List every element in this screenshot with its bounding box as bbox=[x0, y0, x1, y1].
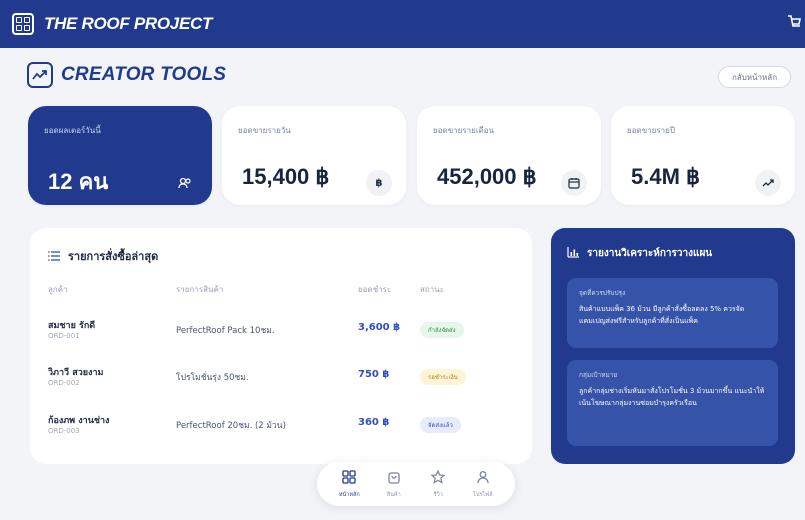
status-badge: กำลังจัดส่ง bbox=[420, 322, 464, 338]
page-heading: CREATOR TOOLS bbox=[27, 62, 226, 88]
stat-label: ยอดขายรายเดือน bbox=[433, 126, 495, 135]
target-group-card: กลุ่มเป้าหมาย ลูกค้ากลุ่มช่างเริ่มหันมาส… bbox=[567, 360, 778, 446]
bar-chart-icon bbox=[567, 246, 579, 261]
stat-label: ยอดขายรายวัน bbox=[238, 126, 291, 135]
bag-icon bbox=[387, 469, 401, 488]
analysis-title: รายงานวิเคราะห์การวางแผน bbox=[587, 248, 713, 259]
column-header-customer: ลูกค้า bbox=[48, 285, 68, 294]
nav-item-profile[interactable]: โปรไฟล์ bbox=[463, 469, 503, 499]
order-id: ORD-001 bbox=[48, 332, 80, 340]
order-amount: 750 ฿ bbox=[358, 369, 390, 380]
stat-card-monthly-sales[interactable]: ยอดขายรายเดือน 452,000 ฿ bbox=[417, 106, 601, 205]
cart-icon[interactable] bbox=[787, 14, 801, 36]
order-amount: 3,600 ฿ bbox=[358, 322, 401, 333]
card-title: จุดที่ควรปรับปรุง bbox=[579, 289, 626, 297]
stat-card-daily-sales[interactable]: ยอดขายรายวัน 15,400 ฿ ฿ bbox=[222, 106, 406, 205]
customer-name: ก้องภพ งานช่าง bbox=[48, 416, 110, 426]
nav-item-products[interactable]: สินค้า bbox=[374, 469, 414, 499]
orders-title: รายการสั่งซื้อล่าสุด bbox=[68, 249, 159, 263]
nav-label: รีวิว bbox=[433, 492, 443, 498]
list-icon bbox=[48, 246, 60, 265]
status-badge: รอชำระเงิน bbox=[420, 369, 466, 385]
nav-label: สินค้า bbox=[386, 492, 401, 498]
nav-item-reviews[interactable]: รีวิว bbox=[418, 469, 458, 499]
column-header-product: รายการสินค้า bbox=[176, 285, 224, 294]
customer-name: สมชาย รักดี bbox=[48, 321, 96, 331]
card-body: สินค้าแบบแพ็ค 36 ม้วน มีลูกค้าสั่งซื้อลด… bbox=[579, 305, 745, 325]
product-name: PerfectRoof Pack 10ชม. bbox=[176, 326, 275, 336]
card-body: ลูกค้ากลุ่มช่างเริ่มหันมาสั่งโปรโมชั่น 3… bbox=[579, 387, 765, 407]
stat-value: 12 คน bbox=[48, 169, 109, 194]
column-header-amount: ยอดชำระ bbox=[358, 285, 392, 294]
baht-icon: ฿ bbox=[366, 170, 392, 196]
back-home-button[interactable]: กลับหน้าหลัก bbox=[718, 66, 791, 88]
order-amount: 360 ฿ bbox=[358, 417, 390, 428]
product-name: PerfectRoof 20ชม. (2 ม้วน) bbox=[176, 421, 286, 431]
trend-up-icon bbox=[755, 170, 781, 196]
bottom-nav: หน้าหลัก สินค้า รีวิว โปรไฟล์ bbox=[317, 462, 515, 506]
stat-card-followers[interactable]: ยอดผลเตอร์วันนี้ 12 คน bbox=[28, 106, 212, 205]
trend-chart-icon bbox=[27, 62, 53, 88]
brand-title[interactable]: THE ROOF PROJECT bbox=[44, 14, 212, 34]
stat-label: ยอดผลเตอร์วันนี้ bbox=[44, 126, 101, 135]
card-title: กลุ่มเป้าหมาย bbox=[579, 371, 618, 379]
stat-value: 452,000 ฿ bbox=[437, 164, 537, 189]
star-icon bbox=[430, 469, 446, 488]
grid-logo-icon bbox=[12, 13, 34, 35]
profile-icon bbox=[476, 469, 490, 488]
nav-item-home[interactable]: หน้าหลัก bbox=[329, 469, 369, 499]
column-header-status: สถานะ bbox=[420, 285, 444, 294]
nav-label: หน้าหลัก bbox=[338, 492, 360, 498]
home-grid-icon bbox=[342, 469, 356, 488]
nav-label: โปรไฟล์ bbox=[473, 492, 493, 498]
customer-name: วิภาวี สวยงาม bbox=[48, 368, 104, 378]
stat-value: 15,400 ฿ bbox=[242, 164, 330, 189]
order-id: ORD-002 bbox=[48, 379, 80, 387]
order-id: ORD-003 bbox=[48, 427, 80, 435]
product-name: โปรโมชั่นรุ่ง 50ชม. bbox=[176, 373, 249, 383]
stat-card-yearly-sales[interactable]: ยอดขายรายปี 5.4M ฿ bbox=[611, 106, 795, 205]
page-title: CREATOR TOOLS bbox=[61, 64, 227, 85]
calendar-icon bbox=[561, 170, 587, 196]
top-bar: THE ROOF PROJECT bbox=[0, 0, 805, 48]
users-icon bbox=[172, 170, 198, 196]
stat-label: ยอดขายรายปี bbox=[627, 126, 675, 135]
improvement-card: จุดที่ควรปรับปรุง สินค้าแบบแพ็ค 36 ม้วน … bbox=[567, 278, 778, 348]
stat-value: 5.4M ฿ bbox=[631, 164, 701, 189]
status-badge: จัดส่งแล้ว bbox=[420, 417, 461, 433]
